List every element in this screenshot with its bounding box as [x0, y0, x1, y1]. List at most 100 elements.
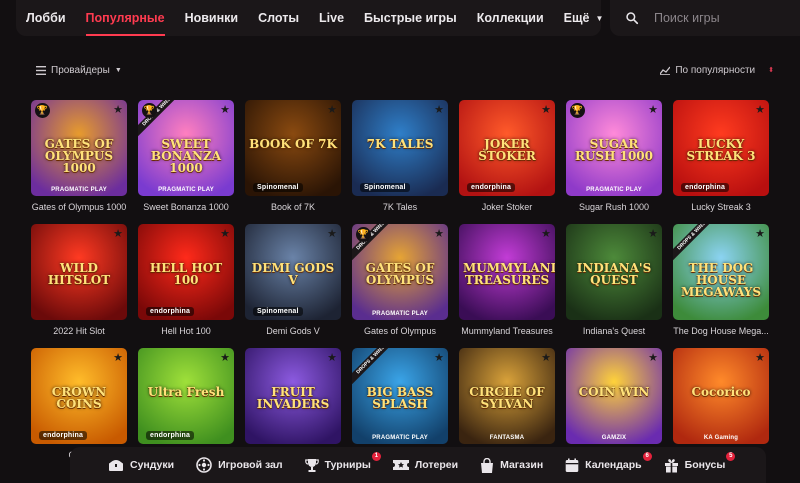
game-thumbnail[interactable]: BIG BASS SPLASH DROPS & WINS ★ PRAGMATIC PL… — [352, 348, 448, 444]
sort-dropdown[interactable]: По популярности ⬍ — [660, 65, 774, 76]
favorite-star-icon[interactable]: ★ — [327, 351, 337, 364]
nav-popular[interactable]: Популярные — [76, 0, 175, 36]
favorite-star-icon[interactable]: ★ — [434, 351, 444, 364]
game-title[interactable]: Mummyland Treasures — [459, 326, 555, 336]
favorite-star-icon[interactable]: ★ — [113, 103, 123, 116]
game-card[interactable]: DEMI GODS V ★ Spinomenal Demi Gods V — [245, 224, 341, 336]
nav-live[interactable]: Live — [309, 0, 354, 36]
favorite-star-icon[interactable]: ★ — [113, 227, 123, 240]
game-thumbnail[interactable]: SWEET BONANZA 1000 DROPS & WINS 🏆 ★ PRAGMATI… — [138, 100, 234, 196]
game-card[interactable]: SUGAR RUSH 1000 🏆 ★ PRAGMATIC PLAY Sugar Rus… — [566, 100, 662, 212]
game-title[interactable]: The Dog House Mega... — [673, 326, 769, 336]
favorite-star-icon[interactable]: ★ — [755, 103, 765, 116]
game-card[interactable]: SWEET BONANZA 1000 DROPS & WINS 🏆 ★ PRAGMATI… — [138, 100, 234, 212]
game-thumbnail[interactable]: CROWN COINS ★ endorphina — [31, 348, 127, 444]
game-thumbnail[interactable]: Cocorico ★ KA Gaming — [673, 348, 769, 444]
game-title[interactable]: Sweet Bonanza 1000 — [138, 202, 234, 212]
game-card[interactable]: Ultra Fresh ★ endorphina — [138, 348, 234, 450]
game-card[interactable]: Cocorico ★ KA Gaming — [673, 348, 769, 450]
favorite-star-icon[interactable]: ★ — [755, 227, 765, 240]
favorite-star-icon[interactable]: ★ — [755, 351, 765, 364]
game-title[interactable]: Book of 7K — [245, 202, 341, 212]
game-card[interactable]: CIRCLE OF SYLVAN ★ FANTASMA — [459, 348, 555, 450]
favorite-star-icon[interactable]: ★ — [220, 103, 230, 116]
game-thumbnail[interactable]: GATES OF OLYMPUS DROPS & WINS 🏆 ★ PRAGMATIC … — [352, 224, 448, 320]
game-thumbnail[interactable]: JOKER STOKER ★ endorphina — [459, 100, 555, 196]
game-thumbnail[interactable]: MUMMYLAND TREASURES ★ — [459, 224, 555, 320]
game-card[interactable]: JOKER STOKER ★ endorphina Joker Stoker — [459, 100, 555, 212]
favorite-star-icon[interactable]: ★ — [648, 227, 658, 240]
game-thumbnail[interactable]: INDIANA'S QUEST ★ — [566, 224, 662, 320]
game-title[interactable]: Demi Gods V — [245, 326, 341, 336]
game-card[interactable]: MUMMYLAND TREASURES ★ Mummyland Treasures — [459, 224, 555, 336]
search-input[interactable] — [654, 11, 794, 25]
game-card[interactable]: BOOK OF 7K ★ Spinomenal Book of 7K — [245, 100, 341, 212]
game-thumbnail[interactable]: CIRCLE OF SYLVAN ★ FANTASMA — [459, 348, 555, 444]
game-title[interactable]: Lucky Streak 3 — [673, 202, 769, 212]
nav-new[interactable]: Новинки — [175, 0, 249, 36]
game-thumbnail[interactable]: 7K TALES ★ Spinomenal — [352, 100, 448, 196]
game-thumbnail[interactable]: THE DOG HOUSE MEGAWAYS DROPS & WINS ★ — [673, 224, 769, 320]
game-title[interactable]: Joker Stoker — [459, 202, 555, 212]
providers-filter[interactable]: Провайдеры ▼ — [36, 65, 122, 76]
game-card[interactable]: THE DOG HOUSE MEGAWAYS DROPS & WINS ★ The D… — [673, 224, 769, 336]
game-thumbnail[interactable]: FRUIT INVADERS ★ — [245, 348, 341, 444]
game-thumbnail[interactable]: WILD HITSLOT ★ — [31, 224, 127, 320]
game-card[interactable]: CROWN COINS★endorphinaCrow — [31, 348, 127, 460]
gift-icon — [664, 458, 679, 473]
favorite-star-icon[interactable]: ★ — [327, 227, 337, 240]
favorite-star-icon[interactable]: ★ — [434, 103, 444, 116]
game-title[interactable]: 7K Tales — [352, 202, 448, 212]
bottom-bar-item[interactable]: Сундуки — [108, 458, 174, 472]
bottom-bar-item[interactable]: Магазин — [480, 457, 543, 473]
game-card[interactable]: FRUIT INVADERS ★ — [245, 348, 341, 450]
game-art-title: 7K TALES — [366, 137, 434, 151]
game-thumbnail[interactable]: COIN WIN ★ GAMZIX — [566, 348, 662, 444]
favorite-star-icon[interactable]: ★ — [648, 351, 658, 364]
favorite-star-icon[interactable]: ★ — [434, 227, 444, 240]
game-title[interactable]: Indiana's Quest — [566, 326, 662, 336]
game-thumbnail[interactable]: GATES OF OLYMPUS 1000 🏆 ★ PRAGMATIC PLAY — [31, 100, 127, 196]
bottom-bar-item[interactable]: Игровой зал — [196, 457, 283, 473]
game-card[interactable]: GATES OF OLYMPUS DROPS & WINS 🏆 ★ PRAGMATIC … — [352, 224, 448, 336]
game-title[interactable]: Gates of Olympus — [352, 326, 448, 336]
game-card[interactable]: LUCKY STREAK 3 ★ endorphina Lucky Streak 3 — [673, 100, 769, 212]
search-box[interactable] — [610, 0, 800, 36]
favorite-star-icon[interactable]: ★ — [113, 351, 123, 364]
nav-slots[interactable]: Слоты — [248, 0, 309, 36]
bottom-bar-item[interactable]: Бонусы 5 — [664, 451, 736, 473]
game-thumbnail[interactable]: HELL HOT 100 ★ endorphina — [138, 224, 234, 320]
game-card[interactable]: 7K TALES ★ Spinomenal 7K Tales — [352, 100, 448, 212]
nav-fast-games[interactable]: Быстрые игры — [354, 0, 467, 36]
nav-more-dropdown[interactable]: Ещё ▼ — [554, 0, 614, 36]
favorite-star-icon[interactable]: ★ — [327, 103, 337, 116]
game-title[interactable]: Gates of Olympus 1000 — [31, 202, 127, 212]
favorite-star-icon[interactable]: ★ — [220, 227, 230, 240]
favorite-star-icon[interactable]: ★ — [220, 351, 230, 364]
game-thumbnail[interactable]: DEMI GODS V ★ Spinomenal — [245, 224, 341, 320]
favorite-star-icon[interactable]: ★ — [541, 351, 551, 364]
bottom-bar-item[interactable]: Лотереи — [392, 459, 458, 471]
favorite-star-icon[interactable]: ★ — [541, 227, 551, 240]
game-card[interactable]: GATES OF OLYMPUS 1000 🏆 ★ PRAGMATIC PLAY Gat… — [31, 100, 127, 212]
game-card[interactable]: INDIANA'S QUEST ★ Indiana's Quest — [566, 224, 662, 336]
nav-collections[interactable]: Коллекции — [467, 0, 554, 36]
game-thumbnail[interactable]: LUCKY STREAK 3 ★ endorphina — [673, 100, 769, 196]
game-art-title: JOKER STOKER — [478, 137, 536, 163]
game-card[interactable]: BIG BASS SPLASH DROPS & WINS ★ PRAGMATIC PL… — [352, 348, 448, 450]
nav-lobby[interactable]: Лобби — [16, 0, 76, 36]
game-art-title: INDIANA'S QUEST — [576, 261, 652, 287]
game-card[interactable]: HELL HOT 100 ★ endorphina Hell Hot 100 — [138, 224, 234, 336]
favorite-star-icon[interactable]: ★ — [648, 103, 658, 116]
game-title[interactable]: Sugar Rush 1000 — [566, 202, 662, 212]
game-card[interactable]: COIN WIN ★ GAMZIX — [566, 348, 662, 450]
bottom-bar-item[interactable]: Календарь 6 — [565, 451, 652, 473]
game-card[interactable]: WILD HITSLOT ★ 2022 Hit Slot — [31, 224, 127, 336]
game-thumbnail[interactable]: BOOK OF 7K ★ Spinomenal — [245, 100, 341, 196]
game-title[interactable]: 2022 Hit Slot — [31, 326, 127, 336]
favorite-star-icon[interactable]: ★ — [541, 103, 551, 116]
game-title[interactable]: Hell Hot 100 — [138, 326, 234, 336]
bottom-bar-item[interactable]: Турниры 1 — [304, 451, 381, 473]
game-thumbnail[interactable]: SUGAR RUSH 1000 🏆 ★ PRAGMATIC PLAY — [566, 100, 662, 196]
game-thumbnail[interactable]: Ultra Fresh ★ endorphina — [138, 348, 234, 444]
